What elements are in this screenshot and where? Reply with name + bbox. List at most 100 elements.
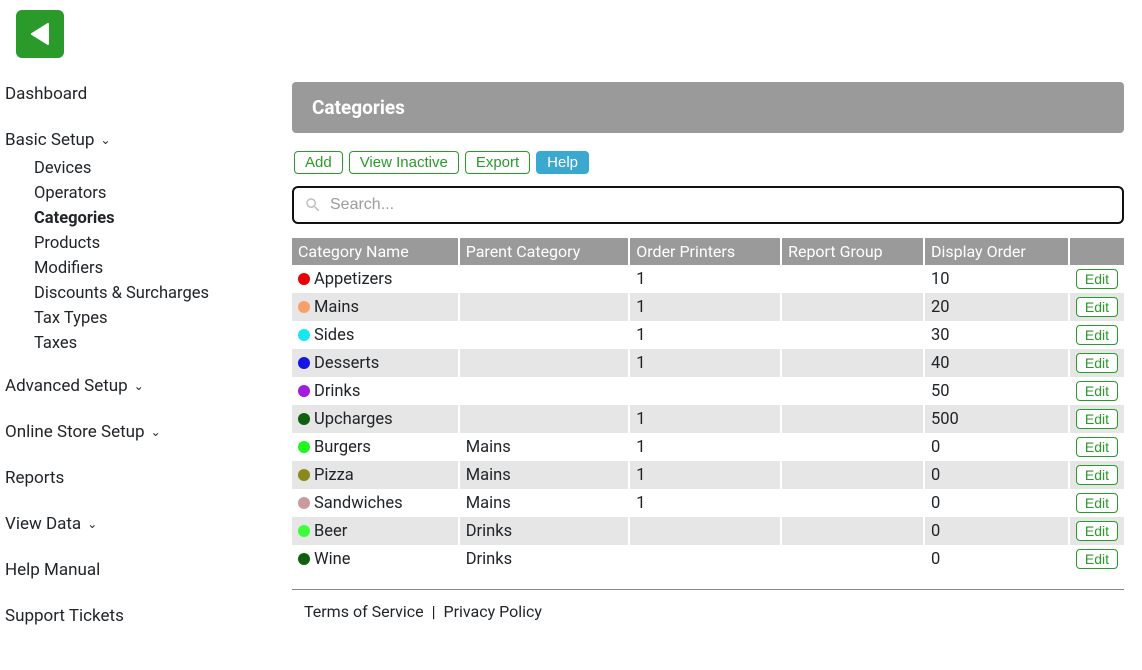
cell-category-name: Desserts [292, 349, 459, 377]
cell-printers: 1 [629, 461, 781, 489]
col-header[interactable] [1069, 238, 1124, 265]
sidebar-item-dashboard[interactable]: Dashboard [4, 78, 280, 110]
cell-category-name: Sides [292, 321, 459, 349]
edit-button[interactable]: Edit [1076, 549, 1118, 569]
cell-group [781, 489, 924, 517]
color-dot-icon [298, 329, 310, 341]
cell-parent [459, 321, 630, 349]
panel-title: Categories [292, 82, 1124, 133]
color-dot-icon [298, 441, 310, 453]
cell-order: 0 [924, 489, 1069, 517]
edit-button[interactable]: Edit [1076, 521, 1118, 541]
sidebar: DashboardBasic Setup⌄DevicesOperatorsCat… [0, 0, 280, 670]
cell-category-name: Mains [292, 293, 459, 321]
cell-order: 0 [924, 517, 1069, 545]
sidebar-subitem-tax-types[interactable]: Tax Types [4, 306, 280, 331]
edit-button[interactable]: Edit [1076, 465, 1118, 485]
categories-table: Category NameParent CategoryOrder Printe… [292, 238, 1124, 573]
sidebar-item-advanced-setup[interactable]: Advanced Setup⌄ [4, 370, 280, 402]
category-name-text: Drinks [314, 382, 360, 401]
table-row: BurgersMains10Edit [292, 433, 1124, 461]
sidebar-nav: DashboardBasic Setup⌄DevicesOperatorsCat… [4, 78, 280, 632]
tos-link[interactable]: Terms of Service [304, 602, 424, 621]
col-header[interactable]: Order Printers [629, 238, 781, 265]
cell-order: 50 [924, 377, 1069, 405]
sidebar-subitem-categories[interactable]: Categories [4, 206, 280, 231]
cell-order: 20 [924, 293, 1069, 321]
sidebar-item-view-data[interactable]: View Data⌄ [4, 508, 280, 540]
cell-parent [459, 349, 630, 377]
col-header[interactable]: Category Name [292, 238, 459, 265]
sidebar-item-basic-setup[interactable]: Basic Setup⌄ [4, 124, 280, 156]
cell-actions: Edit [1069, 545, 1124, 573]
view-inactive-button[interactable]: View Inactive [349, 151, 459, 174]
sidebar-item-reports[interactable]: Reports [4, 462, 280, 494]
cell-order: 30 [924, 321, 1069, 349]
cell-printers: 1 [629, 405, 781, 433]
edit-button[interactable]: Edit [1076, 409, 1118, 429]
logo-triangle-icon [26, 20, 54, 48]
cell-group [781, 293, 924, 321]
color-dot-icon [298, 357, 310, 369]
edit-button[interactable]: Edit [1076, 493, 1118, 513]
export-button[interactable]: Export [465, 151, 530, 174]
sidebar-item-label: Reports [5, 468, 64, 488]
cell-order: 500 [924, 405, 1069, 433]
sidebar-item-support-tickets[interactable]: Support Tickets [4, 600, 280, 632]
cell-category-name: Sandwiches [292, 489, 459, 517]
color-dot-icon [298, 553, 310, 565]
sidebar-subitem-taxes[interactable]: Taxes [4, 331, 280, 356]
category-name-text: Desserts [314, 354, 379, 373]
edit-button[interactable]: Edit [1076, 381, 1118, 401]
cell-group [781, 545, 924, 573]
category-name-text: Pizza [314, 466, 354, 485]
add-button[interactable]: Add [294, 151, 343, 174]
col-header[interactable]: Display Order [924, 238, 1069, 265]
footer-separator: | [432, 602, 436, 621]
cell-order: 40 [924, 349, 1069, 377]
col-header[interactable]: Report Group [781, 238, 924, 265]
col-header[interactable]: Parent Category [459, 238, 630, 265]
edit-button[interactable]: Edit [1076, 297, 1118, 317]
sidebar-subitem-devices[interactable]: Devices [4, 156, 280, 181]
sidebar-item-label: Dashboard [5, 84, 87, 104]
sidebar-item-help-manual[interactable]: Help Manual [4, 554, 280, 586]
edit-button[interactable]: Edit [1076, 325, 1118, 345]
main-content: Categories Add View Inactive Export Help… [280, 0, 1142, 670]
sidebar-item-label: Online Store Setup [5, 422, 145, 442]
category-name-text: Upcharges [314, 410, 393, 429]
sidebar-subitem-modifiers[interactable]: Modifiers [4, 256, 280, 281]
cell-printers: 1 [629, 265, 781, 293]
cell-group [781, 405, 924, 433]
cell-group [781, 433, 924, 461]
help-button[interactable]: Help [536, 151, 589, 174]
table-header: Category NameParent CategoryOrder Printe… [292, 238, 1124, 265]
edit-button[interactable]: Edit [1076, 269, 1118, 289]
edit-button[interactable]: Edit [1076, 353, 1118, 373]
privacy-link[interactable]: Privacy Policy [443, 602, 542, 621]
cell-category-name: Appetizers [292, 265, 459, 293]
category-name-text: Beer [314, 522, 347, 541]
cell-printers [629, 377, 781, 405]
sidebar-item-online-store-setup[interactable]: Online Store Setup⌄ [4, 416, 280, 448]
edit-button[interactable]: Edit [1076, 437, 1118, 457]
cell-actions: Edit [1069, 517, 1124, 545]
cell-group [781, 461, 924, 489]
cell-parent: Drinks [459, 545, 630, 573]
sidebar-item-label: Advanced Setup [5, 376, 128, 396]
category-name-text: Mains [314, 298, 359, 317]
cell-actions: Edit [1069, 321, 1124, 349]
table-row: Appetizers110Edit [292, 265, 1124, 293]
sidebar-subitem-products[interactable]: Products [4, 231, 280, 256]
cell-category-name: Upcharges [292, 405, 459, 433]
app-logo [16, 10, 64, 58]
table-row: WineDrinks0Edit [292, 545, 1124, 573]
cell-category-name: Burgers [292, 433, 459, 461]
search-input[interactable] [330, 196, 1112, 214]
cell-actions: Edit [1069, 377, 1124, 405]
sidebar-subitem-discounts-surcharges[interactable]: Discounts & Surcharges [4, 281, 280, 306]
table-row: Desserts140Edit [292, 349, 1124, 377]
sidebar-subitem-operators[interactable]: Operators [4, 181, 280, 206]
sidebar-item-label: Basic Setup [5, 130, 94, 150]
chevron-down-icon: ⌄ [87, 517, 97, 531]
